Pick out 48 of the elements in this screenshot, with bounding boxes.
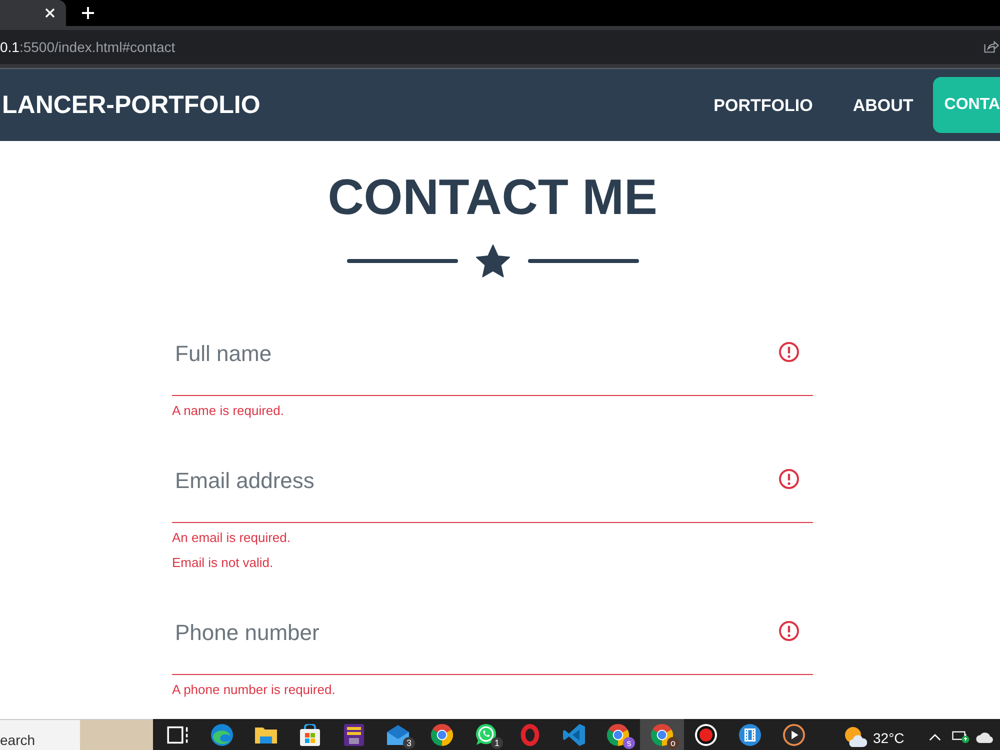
error-message: A name is required. [172,402,284,420]
error-message: Email is not valid. [172,554,274,572]
section-title: CONTACT ME [328,172,658,222]
error-message: A phone number is required. [172,681,336,699]
notification-badge: 3 [403,737,415,749]
taskbar-button[interactable]: s [596,719,640,750]
nav-link[interactable]: PORTFOLIO [694,96,833,114]
input-field[interactable]: Email address [172,439,813,523]
swirl-icon [211,724,233,746]
weather-icon[interactable] [845,727,867,748]
taskbar-button[interactable]: 1 [464,719,508,750]
notification-badge: o [667,737,679,749]
ring-icon [519,724,541,746]
notification-badge: s [623,737,635,749]
taskbar-button[interactable]: o [640,719,684,750]
nav-link[interactable]: ABOUT [832,96,934,114]
error-message: An email is required. [172,529,290,547]
record-icon [695,724,717,746]
error-icon [779,342,799,362]
taskbar-button[interactable]: 3 [376,719,420,750]
shopping-bag-icon [299,724,321,746]
error-icon [779,621,799,641]
play-icon [783,724,805,746]
brand-link[interactable]: LANCER-PORTFOLIO [0,92,260,118]
envelope-icon [387,724,409,746]
battery-icon[interactable] [952,731,970,744]
task-view-icon [167,724,189,746]
error-icon [779,469,799,489]
search-field[interactable]: earch [0,719,80,750]
tricolor-circle-icon [431,724,453,746]
browser-tab[interactable] [0,0,66,26]
poster-icon [343,724,365,746]
chat-bubble-icon [475,724,497,746]
input-field[interactable]: Full name [172,312,813,396]
address-bar[interactable]: 0.1:5500/index.html#contact [0,30,1000,64]
code-icon [563,724,585,746]
tricolor-circle-icon [607,724,629,746]
close-icon[interactable] [45,8,55,18]
plus-icon[interactable] [82,7,94,19]
url-text: 0.1:5500/index.html#contact [0,38,176,56]
chevron-up-icon[interactable] [929,734,942,741]
star-icon [476,244,510,278]
temperature-text[interactable]: 32°C [873,730,904,744]
cloud-icon[interactable] [976,732,994,743]
share-icon[interactable] [984,41,999,53]
film-icon [739,724,761,746]
input-field[interactable]: Phone number [172,591,813,675]
notification-badge: 1 [491,737,503,749]
